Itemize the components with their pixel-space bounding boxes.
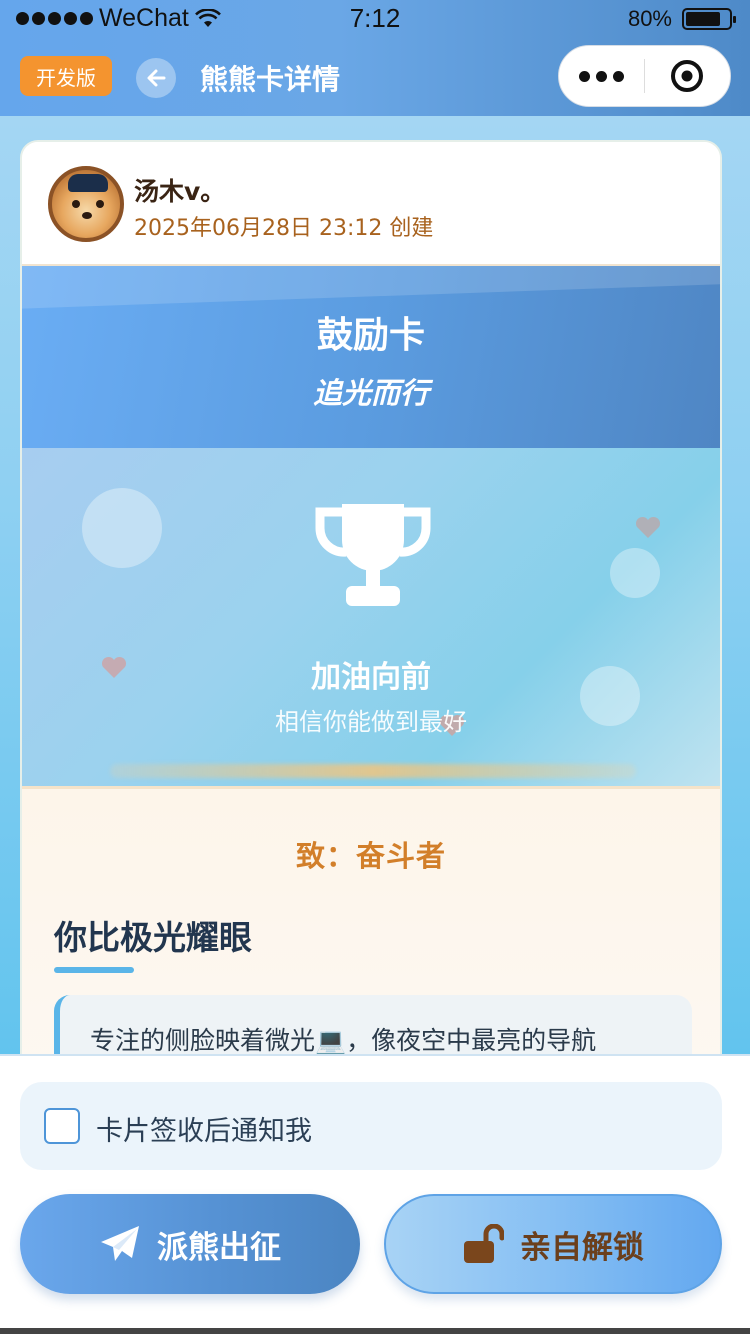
card-letter: 致：奋斗者 你比极光耀眼 专注的侧脸映着微光💻，像夜空中最亮的导航 bbox=[22, 786, 720, 1098]
back-button[interactable] bbox=[136, 58, 176, 98]
miniprogram-capsule bbox=[558, 45, 731, 107]
glow-decoration bbox=[110, 764, 636, 778]
back-arrow-icon bbox=[147, 69, 166, 87]
self-unlock-label: 亲自解锁 bbox=[520, 1229, 644, 1266]
battery-group: 80% bbox=[627, 6, 736, 32]
close-target-icon bbox=[671, 60, 704, 92]
message-text: 专注的侧脸映着微光💻，像夜空中最亮的导航 bbox=[90, 1026, 597, 1055]
unlock-icon bbox=[464, 1224, 504, 1263]
navigation-bar: 开发版 熊熊卡详情 bbox=[0, 42, 750, 114]
bear-card: 汤木v。 2025年06月28日 23:12 创建 鼓励卡 追光而行 加油向前 … bbox=[20, 140, 722, 1100]
paper-plane-icon bbox=[101, 1226, 139, 1261]
battery-percent: 80% bbox=[627, 6, 672, 31]
page-title: 熊熊卡详情 bbox=[200, 63, 341, 96]
heading-underline bbox=[54, 967, 134, 973]
close-button[interactable] bbox=[645, 58, 730, 94]
scene-subtitle: 相信你能做到最好 bbox=[275, 708, 467, 736]
recipient-line: 致：奋斗者 bbox=[295, 839, 446, 873]
sender-name: 汤木v。 bbox=[134, 177, 226, 206]
dev-version-badge: 开发版 bbox=[20, 56, 112, 96]
bottom-edge bbox=[0, 1328, 750, 1334]
card-header: 汤木v。 2025年06月28日 23:12 创建 bbox=[22, 142, 720, 266]
decor-bubble bbox=[610, 548, 660, 598]
status-bar: WeChat 7:12 80% bbox=[0, 0, 750, 40]
battery-icon bbox=[682, 8, 736, 30]
notify-option[interactable]: 卡片签收后通知我 bbox=[20, 1082, 722, 1170]
action-panel: 卡片签收后通知我 派熊出征 亲自解锁 bbox=[0, 1054, 750, 1334]
send-bear-label: 派熊出征 bbox=[157, 1229, 281, 1266]
notify-label: 卡片签收后通知我 bbox=[96, 1116, 312, 1147]
trophy-icon bbox=[315, 504, 431, 606]
card-slogan: 追光而行 bbox=[312, 376, 429, 410]
avatar bbox=[48, 166, 124, 242]
battery-fill bbox=[686, 12, 720, 26]
heart-icon bbox=[635, 516, 661, 538]
card-type-title: 鼓励卡 bbox=[316, 315, 425, 356]
notify-checkbox[interactable] bbox=[44, 1108, 80, 1144]
letter-heading: 你比极光耀眼 bbox=[54, 918, 252, 957]
send-bear-button[interactable]: 派熊出征 bbox=[20, 1194, 360, 1294]
card-illustration: 加油向前 相信你能做到最好 bbox=[22, 448, 720, 786]
created-timestamp: 2025年06月28日 23:12 创建 bbox=[134, 216, 434, 241]
scene-title: 加油向前 bbox=[311, 660, 431, 695]
decor-bubble bbox=[82, 488, 162, 568]
card-banner: 鼓励卡 追光而行 bbox=[22, 266, 720, 448]
self-unlock-button[interactable]: 亲自解锁 bbox=[384, 1194, 722, 1294]
more-dots-icon[interactable] bbox=[559, 70, 644, 82]
